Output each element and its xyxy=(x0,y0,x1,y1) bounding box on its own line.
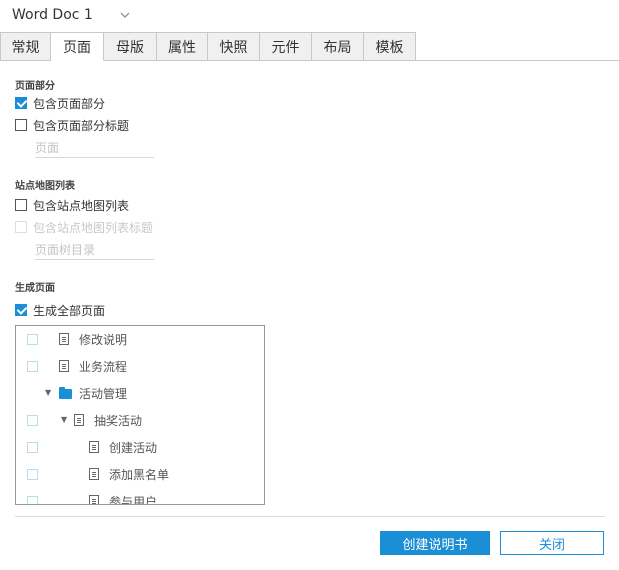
tree-item[interactable]: 添加黑名单 xyxy=(16,464,264,484)
page-icon xyxy=(89,495,99,504)
include-page-title-option[interactable]: 包含页面部分标题 xyxy=(15,117,129,133)
page-icon xyxy=(89,468,99,480)
tab-template[interactable]: 模板 xyxy=(364,32,416,61)
create-spec-button[interactable]: 创建说明书 xyxy=(380,531,490,555)
chevron-down-icon[interactable] xyxy=(120,10,130,20)
tree-item[interactable]: 修改说明 xyxy=(16,329,264,349)
tree-item[interactable]: 业务流程 xyxy=(16,356,264,376)
include-sitemap-option[interactable]: 包含站点地图列表 xyxy=(15,197,129,213)
tab-layout[interactable]: 布局 xyxy=(312,32,364,61)
include-sitemap-title-checkbox xyxy=(15,221,27,233)
generate-section-title: 生成页面 xyxy=(15,283,55,294)
tree-item-label: 活动管理 xyxy=(79,386,128,401)
tree-item-checkbox[interactable] xyxy=(27,415,38,426)
page-icon xyxy=(89,441,99,453)
tree-item-label: 创建活动 xyxy=(109,440,158,455)
tab-widgets[interactable]: 元件 xyxy=(260,32,312,61)
tab-master[interactable]: 母版 xyxy=(104,32,157,61)
include-page-title-checkbox[interactable] xyxy=(15,119,27,131)
tree-item-label: 业务流程 xyxy=(79,359,128,374)
page-title-input[interactable] xyxy=(35,138,154,158)
tree-item-checkbox[interactable] xyxy=(27,361,38,372)
expand-triangle-icon[interactable]: ▼ xyxy=(61,415,71,425)
include-sitemap-title-label: 包含站点地图列表标题 xyxy=(33,220,154,235)
tree-item-checkbox[interactable] xyxy=(27,442,38,453)
tab-snapshot[interactable]: 快照 xyxy=(208,32,260,61)
tab-general[interactable]: 常规 xyxy=(0,32,51,61)
include-sitemap-label: 包含站点地图列表 xyxy=(33,198,130,213)
page-icon xyxy=(59,360,69,372)
tree-item-label: 修改说明 xyxy=(79,332,128,347)
tree-item-label: 参与用户 xyxy=(109,494,158,505)
tab-page[interactable]: 页面 xyxy=(51,32,104,61)
include-pages-option[interactable]: 包含页面部分 xyxy=(15,95,105,111)
page-section-title: 页面部分 xyxy=(15,81,55,92)
include-sitemap-title-option: 包含站点地图列表标题 xyxy=(15,219,153,235)
expand-triangle-icon[interactable]: ▼ xyxy=(45,388,55,398)
generate-all-checkbox[interactable] xyxy=(15,304,27,316)
include-page-title-label: 包含页面部分标题 xyxy=(33,118,130,133)
include-sitemap-checkbox[interactable] xyxy=(15,199,27,211)
tree-item[interactable]: 参与用户 xyxy=(16,491,264,505)
page-icon xyxy=(59,333,69,345)
tree-item-label: 抽奖活动 xyxy=(94,413,143,428)
tab-bar: 常规 页面 母版 属性 快照 元件 布局 模板 xyxy=(0,32,619,61)
include-pages-label: 包含页面部分 xyxy=(33,96,106,111)
dialog-header: Word Doc 1 xyxy=(0,0,619,32)
sitemap-section-title: 站点地图列表 xyxy=(15,181,75,192)
close-button[interactable]: 关闭 xyxy=(500,531,604,555)
tree-item[interactable]: 创建活动 xyxy=(16,437,264,457)
tree-item-checkbox[interactable] xyxy=(27,469,38,480)
document-title: Word Doc 1 xyxy=(12,7,93,23)
generate-all-label: 生成全部页面 xyxy=(33,303,106,318)
footer-divider xyxy=(15,516,605,517)
folder-icon xyxy=(59,387,72,399)
tree-item-label: 添加黑名单 xyxy=(109,467,170,482)
tree-item-checkbox[interactable] xyxy=(27,496,38,504)
sitemap-title-input xyxy=(35,240,154,260)
tree-item-checkbox[interactable] xyxy=(27,334,38,345)
page-tree[interactable]: 修改说明 业务流程 ▼ 活动管理 ▼ 抽奖活动 创建活动 添加黑名单 参与用户 xyxy=(15,325,265,505)
generate-all-option[interactable]: 生成全部页面 xyxy=(15,302,105,318)
include-pages-checkbox[interactable] xyxy=(15,97,27,109)
tab-properties[interactable]: 属性 xyxy=(157,32,208,61)
tree-item[interactable]: ▼ 活动管理 xyxy=(16,383,264,403)
page-icon xyxy=(74,414,84,426)
tree-item[interactable]: ▼ 抽奖活动 xyxy=(16,410,264,430)
